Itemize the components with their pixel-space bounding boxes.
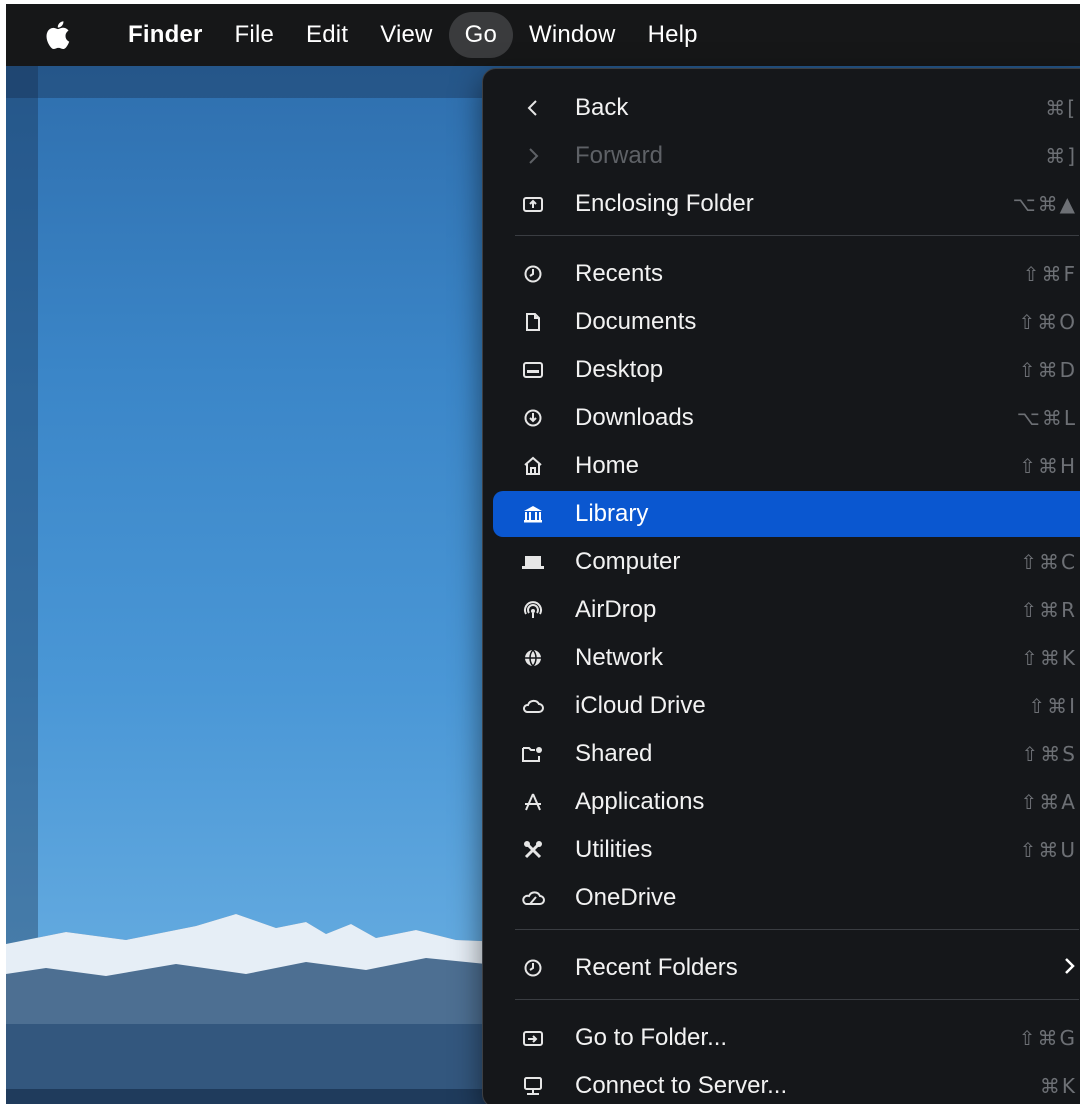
onedrive-icon	[513, 889, 553, 907]
menu-item-utilities[interactable]: Utilities ⇧⌘U	[493, 827, 1080, 873]
document-icon	[513, 312, 553, 332]
shared-folder-icon	[513, 744, 553, 764]
menu-item-forward: Forward ⌘]	[493, 133, 1080, 179]
menu-item-network[interactable]: Network ⇧⌘K	[493, 635, 1080, 681]
airdrop-icon	[513, 600, 553, 620]
menubar-go[interactable]: Go	[448, 12, 513, 58]
cloud-icon	[513, 697, 553, 715]
menu-item-desktop[interactable]: Desktop ⇧⌘D	[493, 347, 1080, 393]
menu-item-recents[interactable]: Recents ⇧⌘F	[493, 251, 1080, 297]
menubar-finder[interactable]: Finder	[112, 12, 219, 58]
go-to-folder-icon	[513, 1029, 553, 1047]
menu-item-computer[interactable]: Computer ⇧⌘C	[493, 539, 1080, 585]
library-icon	[513, 504, 553, 524]
chevron-right-icon	[1063, 955, 1075, 981]
menu-item-go-to-folder[interactable]: Go to Folder... ⇧⌘G	[493, 1015, 1080, 1061]
menu-item-home[interactable]: Home ⇧⌘H	[493, 443, 1080, 489]
laptop-icon	[513, 553, 553, 571]
screen: Finder File Edit View Go Window Help Bac…	[6, 4, 1080, 1104]
menu-item-shared[interactable]: Shared ⇧⌘S	[493, 731, 1080, 777]
download-icon	[513, 408, 553, 428]
chevron-right-icon	[513, 147, 553, 165]
menu-item-downloads[interactable]: Downloads ⌥⌘L	[493, 395, 1080, 441]
menu-separator	[515, 929, 1079, 930]
enclosing-folder-icon	[513, 195, 553, 213]
chevron-left-icon	[513, 99, 553, 117]
utilities-icon	[513, 840, 553, 860]
menu-item-back[interactable]: Back ⌘[	[493, 85, 1080, 131]
home-icon	[513, 456, 553, 476]
menu-separator	[515, 235, 1079, 236]
menubar-view[interactable]: View	[364, 12, 448, 58]
menu-bar: Finder File Edit View Go Window Help	[6, 4, 1080, 66]
menu-item-airdrop[interactable]: AirDrop ⇧⌘R	[493, 587, 1080, 633]
menu-separator	[515, 999, 1079, 1000]
menu-item-onedrive[interactable]: OneDrive	[493, 875, 1080, 921]
clock-icon	[513, 264, 553, 284]
desktop-icon	[513, 361, 553, 379]
menu-item-documents[interactable]: Documents ⇧⌘O	[493, 299, 1080, 345]
menubar-file[interactable]: File	[219, 12, 290, 58]
menubar-window[interactable]: Window	[513, 12, 632, 58]
menu-item-library[interactable]: Library	[493, 491, 1080, 537]
clock-icon	[513, 958, 553, 978]
server-icon	[513, 1076, 553, 1096]
applications-icon	[513, 792, 553, 812]
menubar-edit[interactable]: Edit	[290, 12, 364, 58]
go-menu-dropdown: Back ⌘[ Forward ⌘] Enclosing Folder ⌥⌘▲ …	[482, 68, 1080, 1104]
globe-icon	[513, 648, 553, 668]
menu-item-recent-folders[interactable]: Recent Folders	[493, 945, 1080, 991]
menu-item-applications[interactable]: Applications ⇧⌘A	[493, 779, 1080, 825]
menu-item-connect-to-server[interactable]: Connect to Server... ⌘K	[493, 1063, 1080, 1104]
menubar-help[interactable]: Help	[632, 12, 714, 58]
apple-logo-icon[interactable]	[44, 19, 76, 51]
menu-item-enclosing-folder[interactable]: Enclosing Folder ⌥⌘▲	[493, 181, 1080, 227]
menu-item-icloud-drive[interactable]: iCloud Drive ⇧⌘I	[493, 683, 1080, 729]
